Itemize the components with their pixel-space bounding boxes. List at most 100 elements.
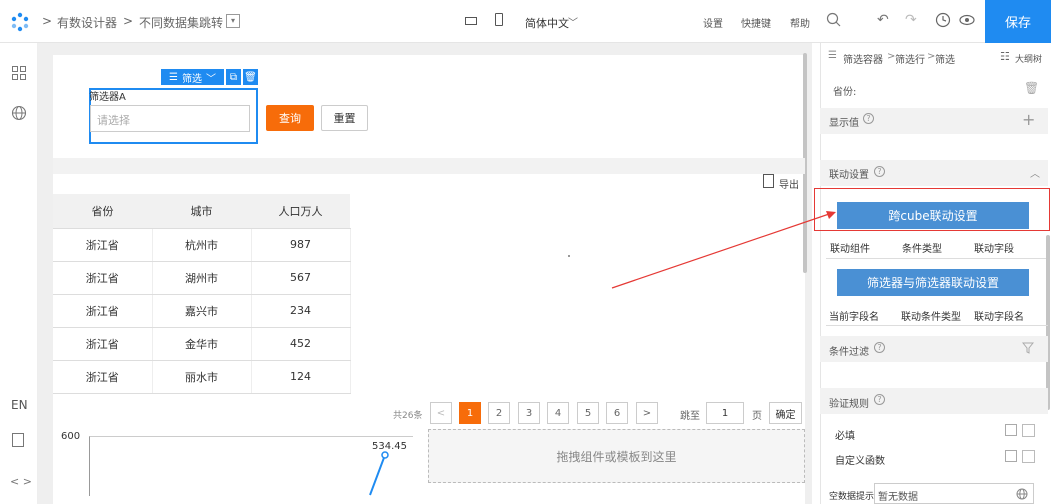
table-cell: 浙江省 <box>53 261 153 295</box>
divider <box>826 325 1048 326</box>
add-icon[interactable]: + <box>1022 110 1035 129</box>
clear-cache-icon[interactable] <box>12 433 24 447</box>
panel-filter-icon: ☰ <box>828 50 837 61</box>
drop-zone[interactable]: 拖拽组件或模板到这里 <box>428 429 805 483</box>
dropdown-icon[interactable]: ▾ <box>226 14 240 28</box>
edit-icon[interactable] <box>1005 450 1017 462</box>
help-icon[interactable]: ? <box>863 113 874 124</box>
panel-scrollbar[interactable] <box>1046 235 1050 410</box>
export-icon[interactable] <box>763 174 774 188</box>
table-cell: 丽水市 <box>152 360 252 394</box>
trash-icon[interactable]: 🗑 <box>1024 81 1039 95</box>
preview-eye-icon[interactable] <box>959 13 975 30</box>
filter-filter-linkage-button[interactable]: 筛选器与筛选器联动设置 <box>837 269 1029 296</box>
breadcrumb-separator-icon: > <box>42 14 53 28</box>
help-icon[interactable]: ? <box>874 394 885 405</box>
desktop-view-icon[interactable] <box>465 17 477 25</box>
table-header-cell[interactable]: 城市 <box>152 194 251 229</box>
linkage-label: 联动设置 <box>829 170 869 181</box>
province-select-input[interactable]: 请选择 <box>90 105 250 132</box>
table-header-cell[interactable]: 人口万人 <box>251 194 350 229</box>
pager-page-5[interactable]: 5 <box>577 402 599 424</box>
shortcuts-link[interactable]: 快捷键 <box>741 15 771 30</box>
mobile-view-icon[interactable] <box>495 13 503 26</box>
language-toggle[interactable]: EN <box>11 398 28 412</box>
table-row[interactable]: 浙江省 湖州市 567 <box>53 261 351 295</box>
cross-cube-linkage-button[interactable]: 跨cube联动设置 <box>837 202 1029 229</box>
code-icon[interactable]: < > <box>10 475 32 488</box>
pager-page-1[interactable]: 1 <box>459 402 481 424</box>
undo-icon[interactable]: ↶ <box>877 12 889 28</box>
panel-breadcrumb-3[interactable]: 筛选 <box>935 51 955 66</box>
breadcrumb-designer[interactable]: 有数设计器 <box>57 14 117 31</box>
pager-page-6[interactable]: 6 <box>606 402 628 424</box>
pager-confirm-button[interactable]: 确定 <box>769 402 802 424</box>
pager-prev-button[interactable]: < <box>430 402 452 424</box>
components-grid-icon[interactable] <box>12 66 26 83</box>
outline-tree-link[interactable]: 大纲树 <box>1015 52 1042 65</box>
display-value-label: 显示值 <box>829 118 859 129</box>
province-label: 省份: <box>833 87 857 98</box>
left-rail: EN < > <box>0 43 38 504</box>
delete-icon[interactable]: 🗑 <box>243 69 258 85</box>
table-row[interactable]: 浙江省 金华市 452 <box>53 327 351 361</box>
table-cell: 杭州市 <box>152 228 252 262</box>
help-icon[interactable]: ? <box>874 342 885 353</box>
copy-icon[interactable]: ⧉ <box>226 69 241 85</box>
search-icon[interactable] <box>826 12 842 31</box>
required-label: 必填 <box>835 431 855 442</box>
empty-hint-input[interactable]: 暂无数据 <box>874 483 1034 504</box>
table-row[interactable]: 浙江省 嘉兴市 234 <box>53 294 351 328</box>
app-logo-icon[interactable] <box>10 12 30 32</box>
redo-icon[interactable]: ↷ <box>905 12 917 28</box>
edit-icon[interactable] <box>1005 424 1017 436</box>
canvas-dot <box>568 255 570 257</box>
language-select[interactable]: 简体中文 <box>525 15 569 31</box>
top-bar: > 有数设计器 > 不同数据集跳转 ▾ 简体中文 ﹀ 设置 快捷键 帮助 ↶ ↷… <box>0 0 1051 43</box>
query-button[interactable]: 查询 <box>266 105 314 131</box>
export-link[interactable]: 导出 <box>779 176 799 191</box>
data-table: 省份 城市 人口万人 浙江省 杭州市 987 浙江省 湖州市 567 浙江省 嘉兴市 234… <box>53 194 351 394</box>
table-cell: 567 <box>251 261 351 295</box>
table-cell: 浙江省 <box>53 228 153 262</box>
help-link[interactable]: 帮助 <box>790 15 810 30</box>
globe-icon[interactable] <box>11 105 27 124</box>
chevron-down-icon: ﹀ <box>205 73 216 85</box>
required-checkbox[interactable] <box>1022 424 1035 437</box>
filter-lines-icon: ☰ <box>169 71 178 83</box>
outline-tree-icon[interactable]: ☷ <box>1000 50 1010 63</box>
chevron-down-icon[interactable]: ﹀ <box>568 14 578 29</box>
table-row[interactable]: 浙江省 丽水市 124 <box>53 360 351 394</box>
table-cell: 金华市 <box>152 327 252 361</box>
funnel-icon[interactable] <box>1021 342 1035 357</box>
col-header: 当前字段名 <box>829 312 879 323</box>
pager-total: 共26条 <box>393 411 423 421</box>
panel-breadcrumb-1[interactable]: 筛选容器 <box>843 51 883 66</box>
help-icon[interactable]: ? <box>874 166 885 177</box>
pager-next-button[interactable]: > <box>636 402 658 424</box>
chevron-up-icon[interactable]: ︿ <box>1030 165 1040 180</box>
breadcrumb-report[interactable]: 不同数据集跳转 <box>139 14 223 31</box>
breadcrumb-separator-icon: > <box>123 14 134 28</box>
pager-jump-input[interactable]: 1 <box>706 402 744 424</box>
custom-function-checkbox[interactable] <box>1022 450 1035 463</box>
col-header: 联动字段 <box>974 244 1014 255</box>
pager-page-4[interactable]: 4 <box>547 402 569 424</box>
settings-link[interactable]: 设置 <box>703 15 723 30</box>
table-cell: 浙江省 <box>53 360 153 394</box>
table-cell: 湖州市 <box>152 261 252 295</box>
reset-button[interactable]: 重置 <box>321 105 368 131</box>
history-icon[interactable] <box>935 12 951 31</box>
empty-hint-value: 暂无数据 <box>878 492 918 503</box>
filter-title: 筛选器A <box>89 92 126 103</box>
table-cell: 987 <box>251 228 351 262</box>
pager-page-2[interactable]: 2 <box>488 402 510 424</box>
table-header-cell[interactable]: 省份 <box>53 194 152 229</box>
section-divider <box>53 158 805 174</box>
pager-page-3[interactable]: 3 <box>518 402 540 424</box>
filter-tag-button[interactable]: ☰ 筛选 ﹀ <box>161 69 224 85</box>
save-button[interactable]: 保存 <box>985 0 1051 43</box>
globe-icon[interactable] <box>1016 488 1028 503</box>
table-row[interactable]: 浙江省 杭州市 987 <box>53 228 351 262</box>
panel-breadcrumb-2[interactable]: 筛选行 <box>895 51 925 66</box>
